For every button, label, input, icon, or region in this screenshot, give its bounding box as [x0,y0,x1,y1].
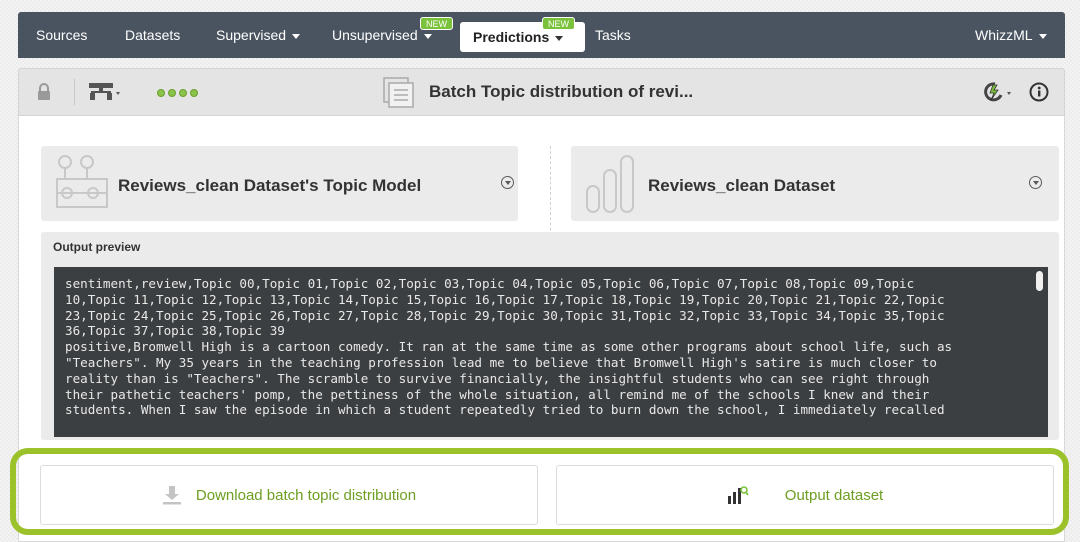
info-icon[interactable] [1029,82,1049,102]
preview-line: sentiment,review,Topic 00,Topic 01,Topic… [65,276,915,291]
chevron-down-icon [1038,33,1047,39]
preview-line: 10,Topic 11,Topic 12,Topic 13,Topic 14,T… [65,291,945,307]
dataset-card[interactable]: Reviews_clean Dataset [571,146,1059,221]
nav-datasets[interactable]: Datasets [125,12,180,58]
preview-line: 36,Topic 37,Topic 38,Topic 39 [65,323,285,339]
nav-predictions-label: Predictions [473,29,550,45]
new-badge: NEW [542,17,575,30]
nav-tasks-label: Tasks [595,27,631,43]
topic-model-card[interactable]: Reviews_clean Dataset's Topic Model [41,146,518,221]
chevron-down-icon [292,33,301,39]
lock-icon[interactable] [37,83,51,101]
top-nav: Sources Datasets Supervised Unsupervised… [18,12,1065,58]
download-batch-topic-distribution-button[interactable]: Download batch topic distribution [40,465,538,525]
resource-toolbar: Batch Topic distribution of revi... [18,68,1065,116]
chevron-down-icon [423,33,432,39]
scrollbar[interactable] [1036,271,1043,291]
preview-line: 23,Topic 24,Topic 25,Topic 26,Topic 27,T… [65,307,945,323]
topic-model-icon [56,155,108,208]
nav-tasks[interactable]: Tasks [595,12,631,58]
download-button-label: Download batch topic distribution [195,486,417,504]
nav-sources-label: Sources [36,27,88,43]
nav-unsupervised[interactable]: Unsupervised [332,12,432,58]
dataset-icon [586,155,634,213]
preview-line: reality than is "Teachers". The scramble… [65,370,930,386]
preview-line: positive,Bromwell High is a cartoon come… [65,339,953,355]
chevron-down-icon [555,35,564,41]
output-preview-label: Output preview [53,240,141,254]
nav-unsupervised-label: Unsupervised [332,27,418,43]
preview-line: their pathetic teachers' pomp, the petti… [65,386,930,402]
output-dataset-button[interactable]: Output dataset [556,465,1054,525]
nav-datasets-label: Datasets [125,27,181,43]
new-badge: NEW [420,17,453,30]
reify-icon[interactable] [981,81,1015,103]
output-dataset-icon [727,486,749,504]
nav-whizzml[interactable]: WhizzML [975,12,1047,58]
output-preview-panel: Output preview sentiment,review,Topic 00… [41,232,1059,440]
nav-sources[interactable]: Sources [36,12,87,58]
nav-whizzml-label: WhizzML [975,27,1033,43]
preview-line: "Teachers". My 35 years in the teaching … [65,354,937,370]
chevron-down-icon[interactable] [1029,176,1042,189]
nav-supervised[interactable]: Supervised [216,12,301,58]
dataset-link[interactable]: Reviews_clean Dataset [648,176,835,196]
download-icon [162,486,181,505]
nav-supervised-label: Supervised [216,27,287,43]
output-dataset-label: Output dataset [784,486,884,504]
preview-line: students. When I saw the episode in whic… [65,402,945,418]
page-title: Batch Topic distribution of revi... [429,82,694,101]
chevron-down-icon[interactable] [501,176,514,189]
output-preview-console[interactable]: sentiment,review,Topic 00,Topic 01,Topic… [54,267,1048,437]
batch-topic-distribution-icon [383,77,414,108]
status-dots [157,89,198,97]
topic-model-link[interactable]: Reviews_clean Dataset's Topic Model [118,176,421,196]
workflow-icon[interactable] [89,83,123,101]
toolbar-divider [74,79,75,105]
